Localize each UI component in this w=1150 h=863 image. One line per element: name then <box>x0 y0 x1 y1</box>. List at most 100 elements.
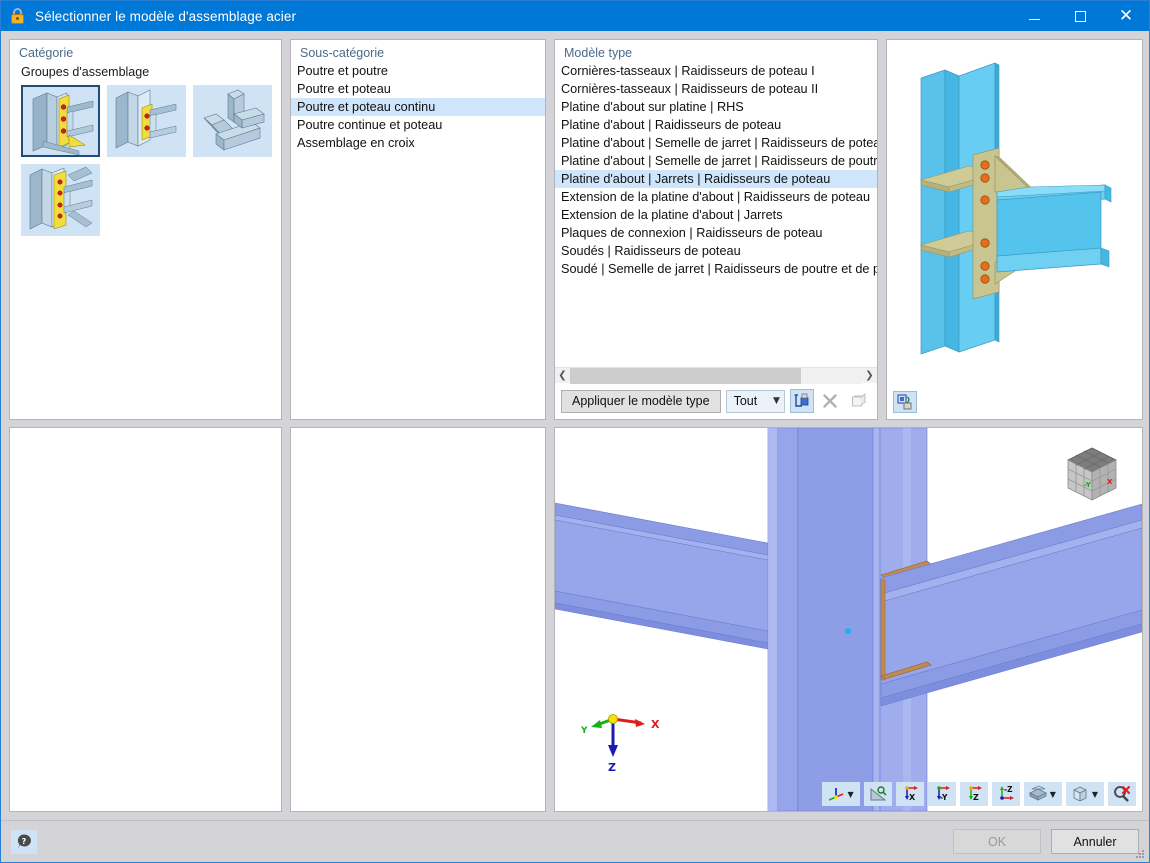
category-thumb-beam-to-column[interactable] <box>107 85 186 157</box>
status-bar: ? OK Annuler <box>1 820 1149 862</box>
svg-text:-Y: -Y <box>940 793 948 802</box>
connection-preview-panel[interactable] <box>886 39 1143 420</box>
svg-text:-Y: -Y <box>1084 481 1092 489</box>
model-type-toolbar: Appliquer le modèle type Tout ▼ <box>555 383 877 419</box>
view-minus-y-icon: -Y <box>936 786 950 802</box>
minimize-button[interactable] <box>1011 1 1057 31</box>
render-mode-icon <box>1028 785 1047 801</box>
view-z-button[interactable]: Z <box>959 782 988 806</box>
copy-template-button[interactable] <box>847 389 871 413</box>
close-icon: ✕ <box>1118 5 1134 26</box>
chevron-right-icon[interactable]: ❯ <box>862 367 877 384</box>
model-viewport-3d[interactable]: -Y X X Y Z ▼ X -Y Z -Z ▼ ▼ <box>555 428 1142 811</box>
svg-text:Y: Y <box>580 726 588 736</box>
new-template-button[interactable] <box>789 389 814 413</box>
filter-select[interactable]: Tout ▼ <box>725 389 785 413</box>
new-template-icon <box>794 393 809 407</box>
chevron-down-icon: ▼ <box>772 396 780 406</box>
resize-grip-icon[interactable] <box>1134 847 1146 859</box>
measure-icon <box>870 786 887 801</box>
subcategory-list: Poutre et poutre Poutre et poteau Poutre e… <box>291 62 545 152</box>
chevron-down-icon: ▼ <box>847 789 854 799</box>
zoom-reset-icon <box>1114 786 1130 802</box>
model-type-item[interactable]: Platine d'about | Jarrets | Raidisseurs … <box>555 170 877 188</box>
view-z-icon: Z <box>968 786 982 802</box>
category-thumb-beam-to-beam[interactable] <box>21 85 100 157</box>
maximize-icon <box>1074 10 1086 22</box>
model-type-hscrollbar[interactable]: ❮ ❯ <box>555 367 877 384</box>
connection-preview-3d[interactable] <box>887 40 1142 419</box>
subcategory-item[interactable]: Poutre continue et poteau <box>291 116 545 134</box>
subcategory-item[interactable]: Poutre et poteau continu <box>291 98 545 116</box>
lock-icon <box>10 8 26 24</box>
model-type-item[interactable]: Cornières-tasseaux | Raidisseurs de pote… <box>555 80 877 98</box>
subcategory-item[interactable]: Assemblage en croix <box>291 134 545 152</box>
view-minus-z-button[interactable]: -Z <box>991 782 1020 806</box>
chevron-left-icon[interactable]: ❮ <box>555 367 570 384</box>
measure-button[interactable] <box>863 782 892 806</box>
model-type-item[interactable]: Platine d'about | Raidisseurs de poteau <box>555 116 877 134</box>
svg-text:?: ? <box>21 837 26 846</box>
viewport-toolbar: ▼ X -Y Z -Z ▼ ▼ <box>821 782 1136 806</box>
hscroll-thumb[interactable] <box>570 367 801 384</box>
apply-template-button[interactable]: Appliquer le modèle type <box>561 389 721 413</box>
subcategory-panel: Sous-catégorie Poutre et poutre Poutre et… <box>290 39 546 420</box>
maximize-button[interactable] <box>1057 1 1103 31</box>
category-thumb-hollow-section[interactable] <box>193 85 272 157</box>
title-bar: Sélectionner le modèle d'assemblage acie… <box>1 1 1149 31</box>
view-minus-y-button[interactable]: -Y <box>927 782 956 806</box>
svg-text:Z: Z <box>608 761 616 773</box>
model-type-item[interactable]: Platine d'about | Semelle de jarret | Ra… <box>555 152 877 170</box>
axis-gizmo: X Y Z <box>579 701 675 774</box>
zoom-reset-button[interactable] <box>1108 782 1136 806</box>
model-type-item[interactable]: Extension de la platine d'about | Raidis… <box>555 188 877 206</box>
coordinate-system-button[interactable]: ▼ <box>821 782 860 806</box>
model-type-item[interactable]: Cornières-tasseaux | Raidisseurs de pote… <box>555 62 877 80</box>
navigation-cube[interactable]: -Y X <box>1058 442 1126 508</box>
reset-view-button[interactable] <box>893 391 917 413</box>
model-type-list-wrap: Cornières-tasseaux | Raidisseurs de pote… <box>555 62 877 367</box>
help-button[interactable]: ? <box>11 829 37 854</box>
minimize-icon <box>1028 18 1040 20</box>
model-type-item[interactable]: Platine d'about sur platine | RHS <box>555 98 877 116</box>
model-type-list: Cornières-tasseaux | Raidisseurs de pote… <box>555 62 877 278</box>
category-panel: Catégorie Groupes d'assemblage <box>9 39 282 420</box>
dialog-body: Catégorie Groupes d'assemblage Sous-caté… <box>1 31 1149 820</box>
detail-blank-panel <box>290 427 546 812</box>
category-group-label: Groupes d'assemblage <box>21 65 150 79</box>
cancel-button[interactable]: Annuler <box>1051 829 1139 854</box>
model-type-item[interactable]: Platine d'about | Semelle de jarret | Ra… <box>555 134 877 152</box>
svg-text:-Z: -Z <box>1004 785 1013 794</box>
hscroll-track[interactable] <box>570 367 862 384</box>
delete-template-button[interactable] <box>819 389 843 413</box>
subcategory-item[interactable]: Poutre et poteau <box>291 80 545 98</box>
subcategory-header: Sous-catégorie <box>300 46 385 60</box>
coordinate-system-icon <box>828 788 843 801</box>
render-mode-button[interactable]: ▼ <box>1023 782 1062 806</box>
display-box-icon <box>1072 786 1087 802</box>
category-thumb-braced-column[interactable] <box>21 164 100 236</box>
chevron-down-icon: ▼ <box>1091 789 1098 799</box>
close-button[interactable]: ✕ <box>1103 1 1149 31</box>
delete-template-icon <box>823 394 838 408</box>
reset-view-icon <box>897 394 912 410</box>
svg-text:X: X <box>909 793 916 802</box>
subcategory-item[interactable]: Poutre et poutre <box>291 62 545 80</box>
ok-button[interactable]: OK <box>953 829 1041 854</box>
dialog-window: Sélectionner le modèle d'assemblage acie… <box>0 0 1150 863</box>
model-type-item[interactable]: Plaques de connexion | Raidisseurs de po… <box>555 224 877 242</box>
view-x-button[interactable]: X <box>895 782 924 806</box>
view-minus-z-icon: -Z <box>999 785 1014 800</box>
model-type-item[interactable]: Soudés | Raidisseurs de poteau <box>555 242 877 260</box>
model-type-item[interactable]: Soudé | Semelle de jarret | Raidisseurs … <box>555 260 877 278</box>
preview-render <box>919 62 1112 355</box>
svg-text:Z: Z <box>973 793 979 802</box>
display-box-button[interactable]: ▼ <box>1065 782 1104 806</box>
help-icon: ? <box>17 834 31 849</box>
chevron-down-icon: ▼ <box>1049 789 1056 799</box>
model-type-item[interactable]: Extension de la platine d'about | Jarret… <box>555 206 877 224</box>
window-title: Sélectionner le modèle d'assemblage acie… <box>35 8 297 24</box>
lower-left-blank-panel <box>9 427 282 812</box>
category-header: Catégorie <box>19 46 74 60</box>
model-viewport-panel[interactable]: -Y X X Y Z ▼ X -Y Z -Z ▼ ▼ <box>554 427 1143 812</box>
